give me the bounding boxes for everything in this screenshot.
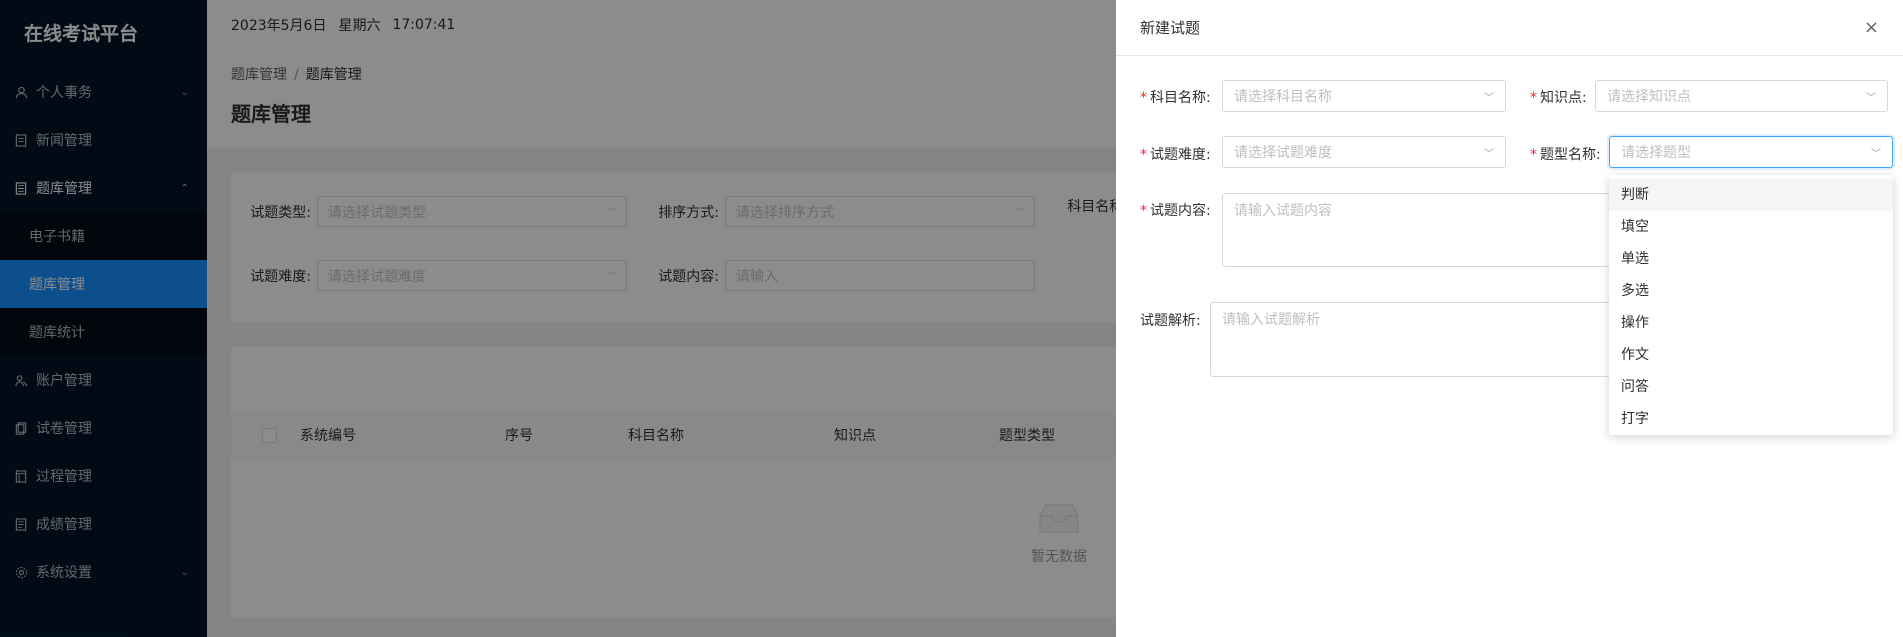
chevron-down-icon: ﹀	[1484, 148, 1494, 160]
select-placeholder: 请选择试题难度	[1234, 145, 1332, 161]
difficulty-select[interactable]: 请选择试题难度 ﹀	[1222, 136, 1506, 168]
option-typing[interactable]: 打字	[1609, 403, 1893, 435]
option-operation[interactable]: 操作	[1609, 307, 1893, 339]
option-essay[interactable]: 作文	[1609, 339, 1893, 371]
label-text: 试题内容:	[1150, 203, 1211, 219]
question-type-label: * 题型名称:	[1530, 144, 1601, 164]
knowledge-select[interactable]: 请选择知识点 ﹀	[1595, 80, 1888, 112]
select-placeholder: 请选择知识点	[1607, 89, 1691, 105]
close-icon[interactable]: ×	[1864, 17, 1879, 38]
option-single-choice[interactable]: 单选	[1609, 243, 1893, 275]
required-mark: *	[1140, 90, 1147, 106]
content-label: * 试题内容:	[1140, 200, 1211, 220]
label-text: 题型名称:	[1540, 147, 1601, 163]
subject-label: * 科目名称:	[1140, 87, 1211, 107]
label-text: 知识点:	[1540, 90, 1587, 106]
option-qa[interactable]: 问答	[1609, 371, 1893, 403]
subject-select[interactable]: 请选择科目名称 ﹀	[1222, 80, 1506, 112]
question-type-select[interactable]: 请选择题型 ﹀	[1609, 136, 1893, 168]
drawer-title: 新建试题	[1140, 19, 1201, 37]
required-mark: *	[1140, 147, 1147, 163]
analysis-label: 试题解析:	[1140, 313, 1201, 329]
option-fill-blank[interactable]: 填空	[1609, 211, 1893, 243]
required-mark: *	[1530, 90, 1537, 106]
chevron-down-icon: ﹀	[1871, 148, 1881, 160]
required-mark: *	[1530, 147, 1537, 163]
option-judge[interactable]: 判断	[1609, 179, 1893, 211]
select-placeholder: 请选择题型	[1621, 145, 1691, 161]
drawer-header: 新建试题 ×	[1116, 0, 1903, 56]
label-text: 科目名称:	[1150, 90, 1211, 106]
select-placeholder: 请选择科目名称	[1234, 89, 1332, 105]
difficulty-label: * 试题难度:	[1140, 144, 1211, 164]
chevron-down-icon: ﹀	[1484, 92, 1494, 104]
required-mark: *	[1140, 203, 1147, 219]
question-type-dropdown: 判断 填空 单选 多选 操作 作文 问答 打字	[1609, 175, 1893, 435]
label-text: 试题难度:	[1150, 147, 1211, 163]
chevron-down-icon: ﹀	[1866, 92, 1876, 104]
knowledge-label: * 知识点:	[1530, 87, 1587, 107]
option-multiple-choice[interactable]: 多选	[1609, 275, 1893, 307]
